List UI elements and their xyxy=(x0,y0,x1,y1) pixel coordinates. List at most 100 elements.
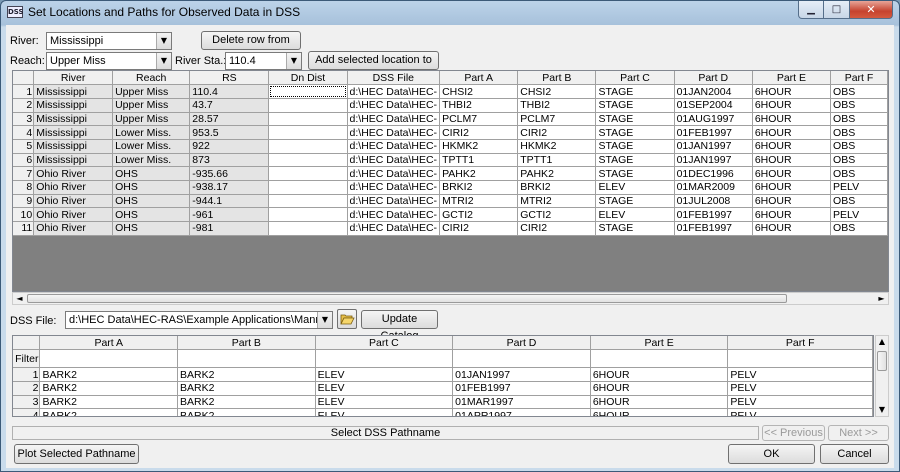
browse-folder-button[interactable] xyxy=(337,309,357,329)
table-cell[interactable]: 01FEB1997 xyxy=(674,125,753,140)
column-header[interactable]: River xyxy=(33,71,114,86)
table-cell[interactable]: CHSI2 xyxy=(517,84,597,99)
column-header[interactable]: Part F xyxy=(830,71,888,86)
filter-input[interactable] xyxy=(315,349,454,369)
table-cell[interactable]: PELV xyxy=(727,395,873,410)
table-row[interactable]: 3 Mississippi Upper Miss 28.57 d:\HEC Data\H… xyxy=(13,112,888,127)
table-cell[interactable]: PELV xyxy=(830,180,888,195)
filter-input[interactable] xyxy=(177,349,316,369)
table-cell[interactable]: BARK2 xyxy=(39,381,179,396)
table-cell[interactable]: BARK2 xyxy=(39,395,179,410)
table-cell[interactable]: THBI2 xyxy=(439,98,519,113)
table-cell[interactable]: d:\HEC Data\HEC- xyxy=(347,139,441,154)
table-cell[interactable]: d:\HEC Data\HEC- xyxy=(347,207,441,223)
table-cell[interactable]: OBS xyxy=(830,98,888,113)
table-cell[interactable]: ELEV xyxy=(595,180,675,195)
table-cell[interactable]: 6HOUR xyxy=(590,395,729,410)
table-cell[interactable]: d:\HEC Data\HEC- xyxy=(347,180,441,195)
table-row[interactable]: 2 BARK2 BARK2 ELEV 01FEB1997 6HOUR PELV xyxy=(13,381,873,396)
column-header[interactable]: Part E xyxy=(752,71,832,86)
table-row[interactable]: 5 Mississippi Lower Miss. 922 d:\HEC Data\HE… xyxy=(13,139,888,154)
table-cell[interactable]: STAGE xyxy=(595,139,675,154)
plot-selected-pathname-button[interactable]: Plot Selected Pathname xyxy=(14,444,139,464)
table-cell[interactable]: STAGE xyxy=(595,125,675,140)
row-number[interactable]: 6 xyxy=(13,153,35,168)
table-cell[interactable]: PELV xyxy=(727,367,873,382)
table-row[interactable]: 2 Mississippi Upper Miss 43.7 d:\HEC Data\HE… xyxy=(13,98,888,113)
table-cell[interactable]: PELV xyxy=(830,207,888,223)
table-cell[interactable]: BARK2 xyxy=(177,395,316,410)
column-header[interactable]: RS xyxy=(189,71,270,86)
table-cell[interactable]: 6HOUR xyxy=(752,221,832,236)
chevron-down-icon[interactable]: ▼ xyxy=(286,53,301,69)
table-cell[interactable]: 01MAR2009 xyxy=(674,180,753,195)
reach-select[interactable]: Upper Miss ▼ xyxy=(46,52,172,70)
table-cell[interactable]: MTRI2 xyxy=(439,194,519,209)
table-cell[interactable]: STAGE xyxy=(595,84,675,99)
table-cell[interactable]: OBS xyxy=(830,84,888,99)
dn-dist-cell[interactable] xyxy=(268,180,348,195)
table-cell[interactable]: OBS xyxy=(830,194,888,209)
table-row[interactable]: 6 Mississippi Lower Miss. 873 d:\HEC Data\HE… xyxy=(13,153,888,168)
table-cell[interactable]: 6HOUR xyxy=(752,194,832,209)
column-header[interactable]: Dn Dist xyxy=(268,71,348,86)
table-cell[interactable]: 6HOUR xyxy=(752,125,832,140)
row-number[interactable]: 2 xyxy=(13,98,35,113)
table-cell[interactable]: 01AUG1997 xyxy=(674,112,753,127)
table-cell[interactable]: d:\HEC Data\HEC- xyxy=(347,125,441,140)
table-cell[interactable]: ELEV xyxy=(315,381,454,396)
table-cell[interactable]: OBS xyxy=(830,139,888,154)
dn-dist-cell[interactable] xyxy=(268,194,348,209)
row-number[interactable]: 4 xyxy=(13,125,35,140)
column-header[interactable]: Part B xyxy=(177,336,316,351)
table-cell[interactable]: ELEV xyxy=(315,367,454,382)
table-cell[interactable]: BARK2 xyxy=(177,408,316,416)
table-cell[interactable]: OBS xyxy=(830,166,888,181)
column-header[interactable]: Part E xyxy=(590,336,729,351)
row-number[interactable]: 9 xyxy=(13,194,35,209)
column-header[interactable]: Part B xyxy=(517,71,597,86)
table-cell[interactable]: 01FEB1997 xyxy=(452,381,591,396)
table-cell[interactable]: 01JUL2008 xyxy=(674,194,753,209)
row-number[interactable]: 10 xyxy=(13,207,35,223)
table-cell[interactable]: 6HOUR xyxy=(752,112,832,127)
row-number[interactable]: 8 xyxy=(13,180,35,195)
table-cell[interactable]: 01JAN1997 xyxy=(674,139,753,154)
dn-dist-cell[interactable] xyxy=(268,166,348,181)
chevron-down-icon[interactable]: ▼ xyxy=(156,53,171,69)
column-header[interactable]: Part A xyxy=(439,71,519,86)
locations-table[interactable]: River Reach RS Dn Dist DSS File Part A P… xyxy=(12,70,889,292)
row-number[interactable]: 3 xyxy=(13,112,35,127)
table-cell[interactable]: 01JAN1997 xyxy=(674,153,753,168)
scroll-left-icon[interactable]: ◄ xyxy=(13,293,26,304)
table-cell[interactable]: 01APR1997 xyxy=(452,408,591,416)
table-cell[interactable]: STAGE xyxy=(595,98,675,113)
column-header[interactable]: Part D xyxy=(674,71,753,86)
row-number[interactable]: 4 xyxy=(13,408,41,416)
dn-dist-cell[interactable] xyxy=(268,125,348,140)
catalog-table[interactable]: Part A Part B Part C Part D Part E Part … xyxy=(12,335,874,417)
table-cell[interactable]: PAHK2 xyxy=(517,166,597,181)
table-cell[interactable]: 6HOUR xyxy=(752,153,832,168)
table-cell[interactable]: GCTI2 xyxy=(517,207,597,223)
minimize-button[interactable]: ▁ xyxy=(798,1,824,19)
table-cell[interactable]: STAGE xyxy=(595,194,675,209)
dn-dist-cell[interactable] xyxy=(268,84,348,99)
table-cell[interactable]: d:\HEC Data\HEC- xyxy=(347,98,441,113)
scrollbar-thumb[interactable] xyxy=(877,351,887,371)
table-cell[interactable]: d:\HEC Data\HEC- xyxy=(347,166,441,181)
dn-dist-cell[interactable] xyxy=(268,221,348,236)
filter-input[interactable] xyxy=(452,349,591,369)
table-row[interactable]: 9 Ohio River OHS -944.1 d:\HEC Data\HEC- MTRI… xyxy=(13,194,888,209)
table-cell[interactable]: 01JAN1997 xyxy=(452,367,591,382)
cancel-button[interactable]: Cancel xyxy=(820,444,889,464)
delete-row-button[interactable]: Delete row from table xyxy=(201,31,301,63)
table-cell[interactable]: 6HOUR xyxy=(752,180,832,195)
table-cell[interactable]: 6HOUR xyxy=(752,207,832,223)
table-cell[interactable]: BARK2 xyxy=(39,408,179,416)
row-number[interactable]: 3 xyxy=(13,395,41,410)
table-cell[interactable]: GCTI2 xyxy=(439,207,519,223)
table-cell[interactable]: HKMK2 xyxy=(439,139,519,154)
table-cell[interactable]: BARK2 xyxy=(177,381,316,396)
table-cell[interactable]: OBS xyxy=(830,153,888,168)
